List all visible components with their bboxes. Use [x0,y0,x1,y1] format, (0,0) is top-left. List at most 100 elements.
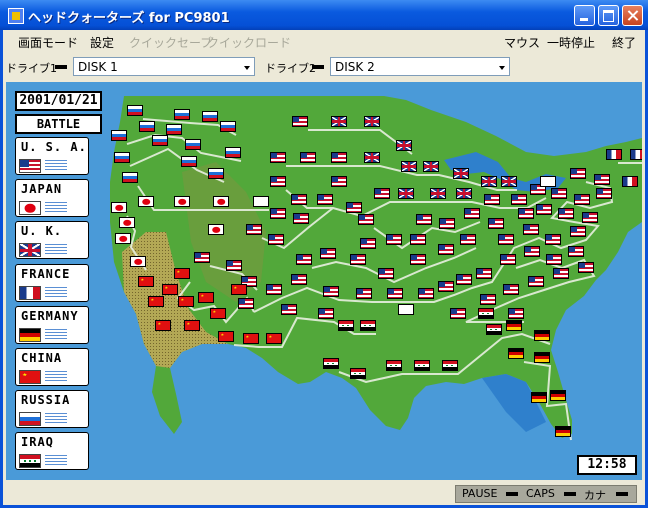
city-flag-us[interactable] [194,252,210,263]
city-flag-iq[interactable] [442,360,458,371]
city-flag-us[interactable] [296,254,312,265]
city-flag-us[interactable] [418,288,434,299]
city-flag-us[interactable] [511,194,527,205]
menu-screen-mode[interactable]: 画面モード [18,34,78,51]
city-flag-us[interactable] [570,226,586,237]
city-flag-us[interactable] [578,262,594,273]
city-flag-us[interactable] [536,204,552,215]
city-flag-jp[interactable] [115,233,131,244]
city-flag-us[interactable] [508,308,524,319]
city-flag-jp[interactable] [119,217,135,228]
city-flag-us[interactable] [574,194,590,205]
city-flag-blank[interactable] [540,176,556,187]
city-flag-us[interactable] [331,152,347,163]
city-flag-de[interactable] [534,352,550,363]
city-flag-ru[interactable] [127,105,143,116]
city-flag-us[interactable] [270,176,286,187]
city-flag-us[interactable] [246,224,262,235]
city-flag-ru[interactable] [220,121,236,132]
city-flag-uk[interactable] [453,168,469,179]
city-flag-uk[interactable] [501,176,517,187]
city-flag-us[interactable] [270,152,286,163]
close-button[interactable] [622,5,643,26]
city-flag-us[interactable] [266,284,282,295]
city-flag-jp[interactable] [208,224,224,235]
city-flag-cn[interactable] [198,292,214,303]
city-flag-iq[interactable] [386,360,402,371]
us-map[interactable] [6,82,642,480]
city-flag-us[interactable] [323,286,339,297]
city-flag-us[interactable] [500,254,516,265]
faction-card-iq[interactable]: IRAQ [15,432,89,471]
city-flag-uk[interactable] [331,116,347,127]
city-flag-us[interactable] [292,116,308,127]
city-flag-us[interactable] [281,304,297,315]
faction-card-uk[interactable]: U. K. [15,221,89,260]
city-flag-iq[interactable] [350,368,366,379]
city-flag-us[interactable] [594,174,610,185]
city-flag-cn[interactable] [162,284,178,295]
city-flag-uk[interactable] [364,152,380,163]
city-flag-us[interactable] [358,214,374,225]
city-flag-us[interactable] [553,268,569,279]
city-flag-blank[interactable] [398,304,414,315]
city-flag-ru[interactable] [139,121,155,132]
city-flag-us[interactable] [518,208,534,219]
city-flag-uk[interactable] [481,176,497,187]
city-flag-us[interactable] [558,208,574,219]
faction-card-cn[interactable]: CHINA [15,348,89,386]
city-flag-us[interactable] [374,188,390,199]
city-flag-us[interactable] [438,244,454,255]
city-flag-cn[interactable] [148,296,164,307]
game-mode-indicator[interactable]: BATTLE [15,114,102,134]
city-flag-us[interactable] [476,268,492,279]
city-flag-us[interactable] [503,284,519,295]
maximize-button[interactable] [598,5,619,26]
city-flag-us[interactable] [238,298,254,309]
city-flag-cn[interactable] [243,333,259,344]
city-flag-jp[interactable] [130,256,146,267]
city-flag-us[interactable] [387,288,403,299]
city-flag-us[interactable] [439,218,455,229]
city-flag-us[interactable] [350,254,366,265]
city-flag-uk[interactable] [401,161,417,172]
menu-quit[interactable]: 終了 [612,34,636,51]
city-flag-jp[interactable] [138,196,154,207]
city-flag-cn[interactable] [184,320,200,331]
city-flag-ru[interactable] [122,172,138,183]
city-flag-us[interactable] [320,248,336,259]
city-flag-iq[interactable] [486,324,502,335]
city-flag-us[interactable] [582,212,598,223]
city-flag-us[interactable] [291,194,307,205]
city-flag-cn[interactable] [138,276,154,287]
city-flag-de[interactable] [534,330,550,341]
city-flag-iq[interactable] [478,308,494,319]
city-flag-us[interactable] [484,194,500,205]
city-flag-iq[interactable] [323,358,339,369]
city-flag-us[interactable] [438,281,454,292]
city-flag-us[interactable] [356,288,372,299]
city-flag-us[interactable] [293,213,309,224]
city-flag-ru[interactable] [174,109,190,120]
city-flag-iq[interactable] [338,320,354,331]
city-flag-uk[interactable] [430,188,446,199]
faction-card-de[interactable]: GERMANY [15,305,89,344]
city-flag-ru[interactable] [202,111,218,122]
city-flag-us[interactable] [346,202,362,213]
city-flag-de[interactable] [508,348,524,359]
city-flag-us[interactable] [551,188,567,199]
city-flag-us[interactable] [291,274,307,285]
city-flag-ru[interactable] [225,147,241,158]
city-flag-us[interactable] [596,188,612,199]
city-flag-uk[interactable] [396,140,412,151]
city-flag-ru[interactable] [114,152,130,163]
menu-quick-load[interactable]: クイックロード [207,34,291,51]
city-flag-us[interactable] [488,218,504,229]
city-flag-iq[interactable] [360,320,376,331]
city-flag-us[interactable] [524,246,540,257]
city-flag-blank[interactable] [253,196,269,207]
city-flag-cn[interactable] [266,333,282,344]
city-flag-us[interactable] [317,194,333,205]
city-flag-ru[interactable] [181,156,197,167]
city-flag-fr[interactable] [630,149,642,160]
